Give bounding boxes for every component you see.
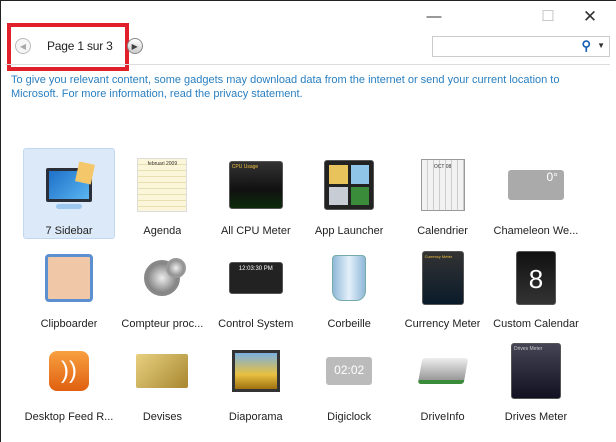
gadget-tile[interactable]: Corbeille [303,241,395,332]
gadget-label: All CPU Meter [220,225,291,237]
gadget-tile[interactable]: OCT 08 Calendrier [397,148,489,239]
rss-feed-icon: )) [41,343,97,399]
maximize-button[interactable]: ☐ [533,7,563,27]
search-input[interactable]: ⚲ ▼ [432,36,610,57]
app-launcher-icon [321,157,377,213]
gadget-tile[interactable]: App Launcher [303,148,395,239]
digital-clock-icon: 02:02 [321,343,377,399]
gadget-tile[interactable]: Diaporama [210,334,302,425]
privacy-notice-link[interactable]: To give you relevant content, some gadge… [11,73,601,101]
gadget-tile[interactable]: 02:02 Digiclock [303,334,395,425]
gadget-tile[interactable]: )) Desktop Feed R... [23,334,115,425]
clipboarder-icon [41,250,97,306]
gadget-label: Digiclock [327,411,372,423]
gadget-label: DriveInfo [420,411,465,423]
gadget-label: Drives Meter [504,411,568,423]
icon-text: 8 [528,264,544,294]
gadget-label: Calendrier [417,225,468,237]
gadget-tile[interactable]: DriveInfo [397,334,489,425]
gadget-tile[interactable]: Clipboarder [23,241,115,332]
custom-calendar-icon: 8 [508,250,564,306]
gadget-label: Compteur proc... [121,318,204,330]
gadget-label: Custom Calendar [493,318,579,330]
divider [5,64,610,65]
gadget-tile[interactable]: Compteur proc... [116,241,208,332]
icon-text: 12:03:30 PM [238,266,273,272]
next-page-button[interactable]: ▶ [126,38,143,54]
cpu-meter-icon: CPU Usage [228,157,284,213]
icon-text: 0° [546,170,558,184]
gadget-label: Clipboarder [40,318,98,330]
weather-icon: 0° [507,157,564,213]
calendar-icon: OCT 08 [415,157,471,213]
recycle-bin-icon [321,250,377,306]
icon-text: CPU Usage [231,164,259,170]
currency-meter-icon: Currency Meter [415,250,471,306]
gadget-tile[interactable]: 7 Sidebar [23,148,115,239]
gadget-tile[interactable]: Devises [116,334,208,425]
chevron-down-icon[interactable]: ▼ [597,41,605,50]
gadget-tile[interactable]: februari 2009 Agenda [116,148,208,239]
icon-text: Currency Meter [424,254,453,259]
close-button[interactable]: ✕ [575,7,605,27]
slideshow-icon [228,343,284,399]
gadget-gallery: 7 Sidebar februari 2009 Agenda CPU Usage All… [23,148,583,427]
gadget-tile[interactable]: Drives Meter Drives Meter [490,334,582,425]
gadget-label: Diaporama [228,411,283,423]
icon-text: februari 2009 [147,161,178,167]
icon-text: OCT 08 [433,164,452,170]
gadget-label: 7 Sidebar [45,225,93,237]
drive-icon [415,343,471,399]
currency-card-icon [134,343,190,399]
gadget-label: App Launcher [314,225,384,237]
icon-text: 02:02 [334,363,365,377]
gauge-icon [134,250,190,306]
gadget-label: Control System [218,318,294,330]
pager: ◀ Page 1 sur 3 ▶ [15,37,143,55]
gadget-tile[interactable]: 8 Custom Calendar [490,241,582,332]
gadget-tile[interactable]: 12:03:30 PM Control System [210,241,302,332]
gadget-tile[interactable]: 0° Chameleon We... [490,148,582,239]
icon-text: Drives Meter [513,346,543,352]
gadget-label: Desktop Feed R... [24,411,114,423]
search-icon[interactable]: ⚲ [581,38,591,54]
minimize-button[interactable]: — [419,7,449,27]
page-label: Page 1 sur 3 [47,39,113,53]
gadget-label: Currency Meter [404,318,481,330]
monitor-icon [41,157,97,213]
gadget-label: Chameleon We... [493,225,579,237]
agenda-calendar-icon: februari 2009 [134,157,190,213]
gadget-tile[interactable]: CPU Usage All CPU Meter [210,148,302,239]
gadget-tile[interactable]: Currency Meter Currency Meter [397,241,489,332]
gadget-label: Corbeille [327,318,371,330]
gadget-label: Agenda [143,225,182,237]
control-system-icon: 12:03:30 PM [228,250,284,306]
previous-page-button[interactable]: ◀ [15,38,31,54]
gadget-label: Devises [142,411,182,423]
drives-meter-icon: Drives Meter [508,343,564,399]
